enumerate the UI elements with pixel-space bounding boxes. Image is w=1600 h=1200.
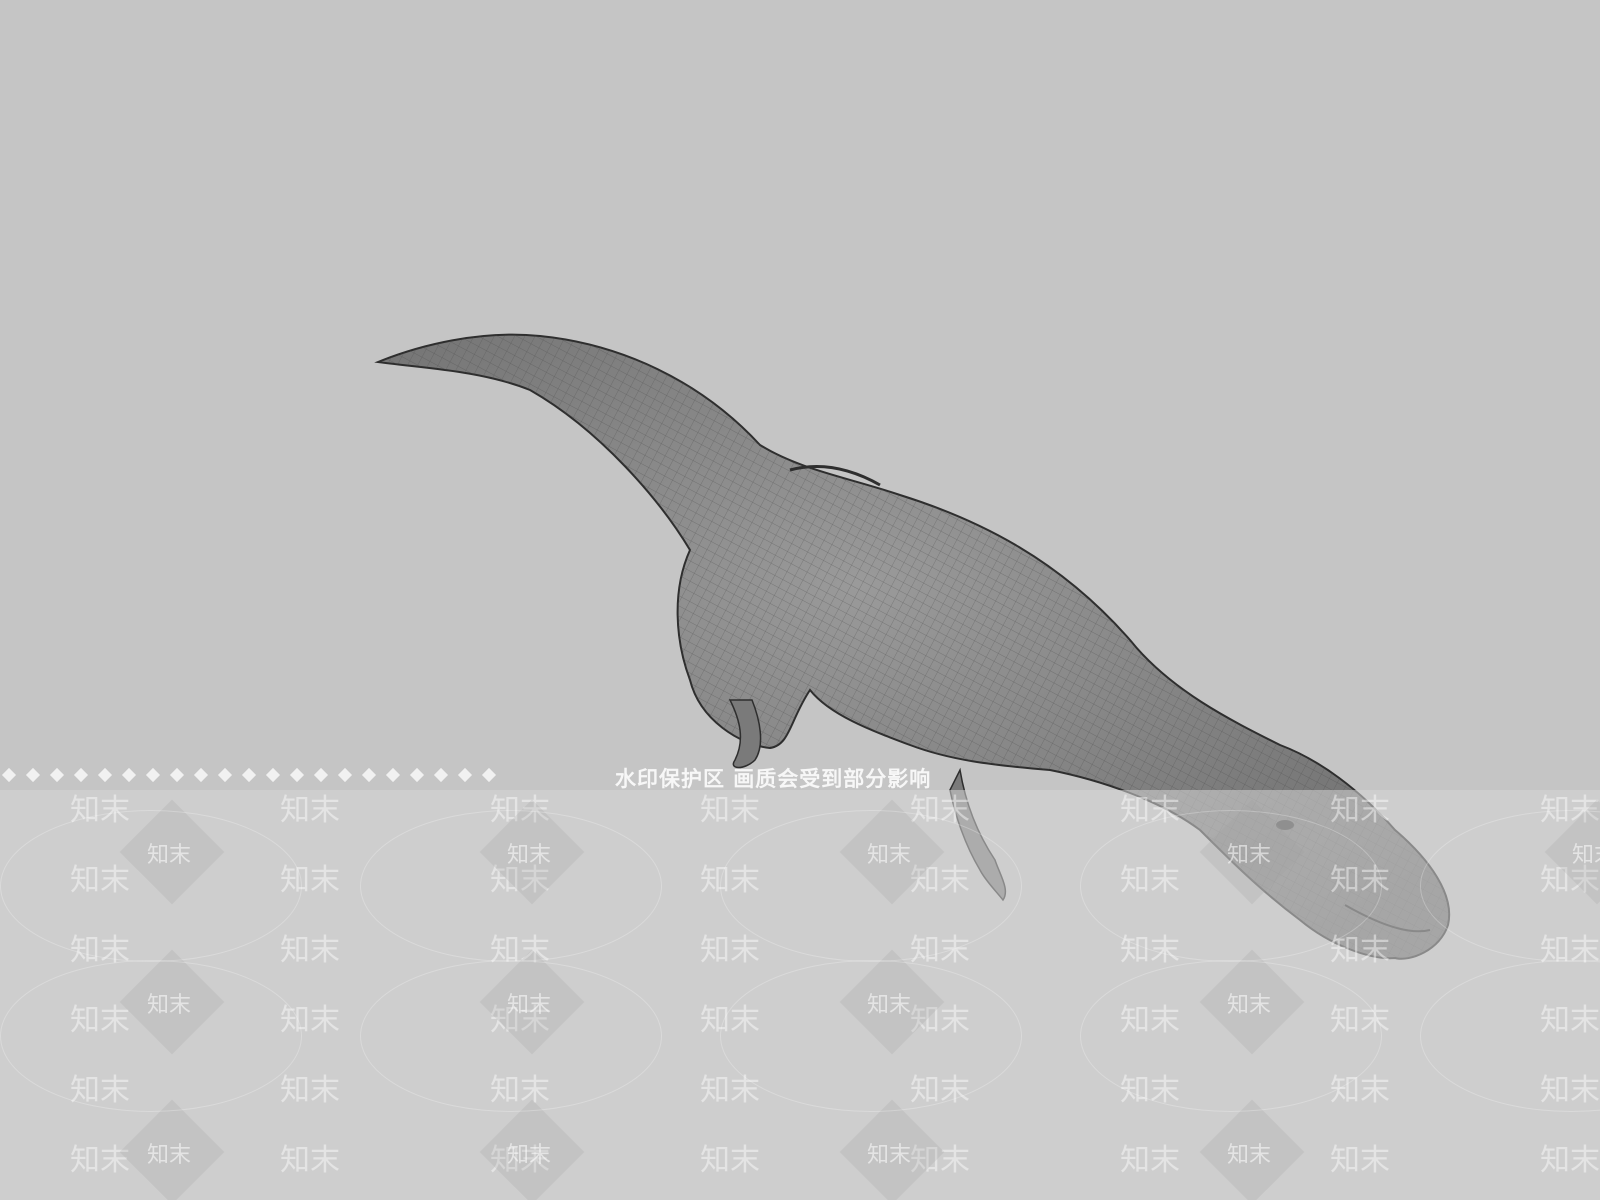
watermark-tile: 知末 (70, 1143, 130, 1178)
watermark-ring (360, 960, 662, 1112)
watermark-tile: 知末 (1330, 793, 1390, 828)
watermark-ring (720, 960, 1022, 1112)
watermark-tile: 知末 (280, 933, 340, 968)
watermark-diamond-label: 知末 (507, 1143, 552, 1168)
watermark-diamond-label: 知末 (147, 1143, 192, 1168)
watermark-ring (1420, 810, 1600, 962)
watermark-ring (0, 810, 302, 962)
watermark-tile: 知末 (280, 793, 340, 828)
watermark-diamond-label: 知末 (1227, 1143, 1272, 1168)
watermark-diamond-label: 知末 (867, 1143, 912, 1168)
watermark-ring (1080, 960, 1382, 1112)
watermark-ring (1080, 810, 1382, 962)
watermark-dots (1, 764, 497, 786)
watermark-tile: 知末 (1330, 1143, 1390, 1178)
watermark-notice-text: 水印保护区 画质会受到部分影响 (615, 767, 932, 790)
watermark-tile: 知末 (280, 1073, 340, 1108)
watermark-ring (360, 810, 662, 962)
watermark-notice-strip: 水印保护区 画质会受到部分影响 (0, 760, 1600, 790)
watermark-ring (0, 960, 302, 1112)
watermark-area: 知末 知末 知末 知末 知末 知末 知末 知末 知末 知末 知末 知末 知末 知末 知末 知末 知末 知末 知末 知末… (0, 790, 1600, 1200)
watermark-tile: 知末 (1120, 1143, 1180, 1178)
3d-viewport[interactable]: 水印保护区 画质会受到部分影响 知末 知末 知末 知末 知末 知末 知末 知末 知末 知末 知末 知末… (0, 0, 1600, 1200)
watermark-tile: 知末 (700, 1143, 760, 1178)
watermark-tile: 知末 (700, 793, 760, 828)
watermark-ring (1420, 960, 1600, 1112)
watermark-tile: 知末 (280, 1143, 340, 1178)
watermark-ring (720, 810, 1022, 962)
watermark-tile: 知末 (1540, 1143, 1600, 1178)
